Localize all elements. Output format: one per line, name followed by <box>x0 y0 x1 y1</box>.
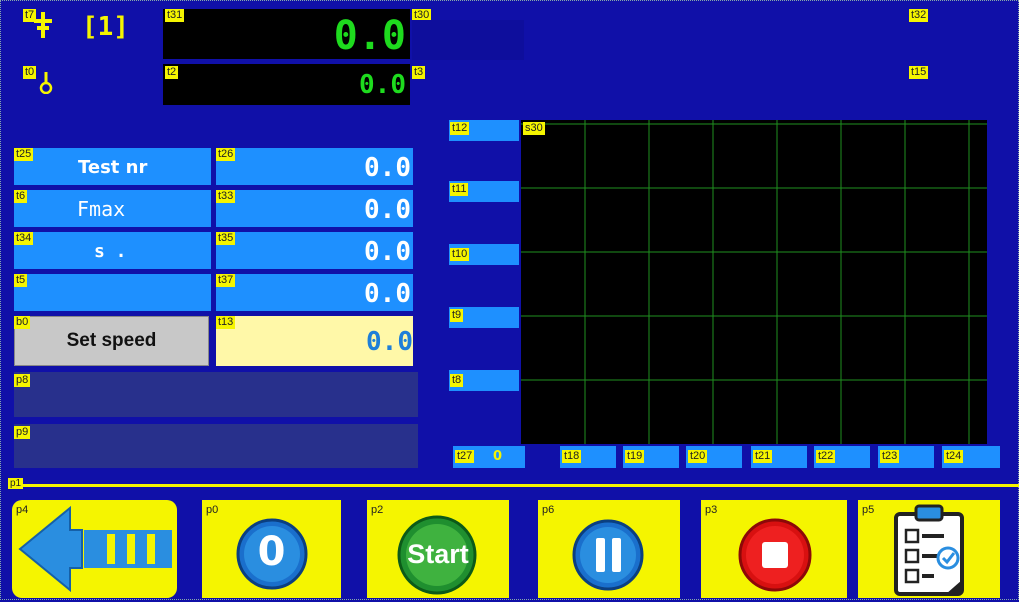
row-label-fmax: Fmax <box>14 190 211 227</box>
tag-p3: p3 <box>703 504 720 517</box>
tag-t2: t2 <box>165 66 179 79</box>
tag-p9: p9 <box>14 426 31 439</box>
fourth-value-box: 0.0 <box>216 274 413 311</box>
speed-value: 0.0 <box>366 327 413 357</box>
tag-t9: t9 <box>450 309 464 322</box>
stop-button[interactable] <box>701 500 847 598</box>
x-axis-label-t19: t19 <box>623 446 679 468</box>
clipboard-checklist-icon <box>894 504 964 596</box>
tag-t25: t25 <box>14 148 34 161</box>
tag-t27: t27 <box>455 450 475 463</box>
tag-p2: p2 <box>369 504 386 517</box>
tag-p4: p4 <box>14 504 31 517</box>
tag-t13: t13 <box>216 316 236 329</box>
tag-t11: t11 <box>450 183 469 196</box>
set-speed-label: Set speed <box>66 330 157 351</box>
x-axis-label-t27: t27 0 <box>453 446 525 468</box>
tag-p5: p5 <box>860 504 877 517</box>
start-button[interactable]: Start <box>367 500 509 598</box>
x-axis-label-t23: t23 <box>878 446 934 468</box>
s-value-box: 0.0 <box>216 232 413 269</box>
row-label-test-nr: Test nr <box>14 148 211 185</box>
x-axis-label-t20: t20 <box>686 446 742 468</box>
tag-t0: t0 <box>23 66 37 79</box>
tag-t21: t21 <box>753 450 773 463</box>
x-axis-label-t22: t22 <box>814 446 870 468</box>
fmax-value-box: 0.0 <box>216 190 413 227</box>
tag-t35: t35 <box>216 232 236 245</box>
tag-t23: t23 <box>880 450 900 463</box>
key-icon <box>38 72 54 95</box>
back-arrow-icon <box>18 505 172 593</box>
tag-t6: t6 <box>14 190 28 203</box>
tag-p8: p8 <box>14 374 31 387</box>
graph-grid <box>521 120 987 444</box>
secondary-value-display: 0.0 <box>163 64 410 105</box>
zero-label: 0 <box>257 529 286 575</box>
tag-t5: t5 <box>14 274 28 287</box>
s-label: s . <box>94 241 127 262</box>
x-axis-label-t18: t18 <box>560 446 616 468</box>
tag-t33: t33 <box>216 190 236 203</box>
set-speed-button[interactable]: Set speed <box>14 316 209 366</box>
tag-t10: t10 <box>450 248 470 261</box>
tag-t3: t3 <box>412 66 426 79</box>
tag-t34: t34 <box>14 232 34 245</box>
tag-t8: t8 <box>450 374 464 387</box>
t30-field <box>412 20 524 60</box>
plug-icon <box>34 12 52 38</box>
test-nr-label: Test nr <box>78 157 148 178</box>
fmax-value: 0.0 <box>364 195 411 225</box>
x-axis-label-t24: t24 <box>942 446 1000 468</box>
p8-panel <box>14 372 418 417</box>
tag-t37: t37 <box>216 274 236 287</box>
pause-button[interactable] <box>538 500 680 598</box>
p9-panel <box>14 424 418 468</box>
back-button[interactable] <box>12 500 177 598</box>
zero-button[interactable]: 0 <box>202 500 341 598</box>
tag-t18: t18 <box>562 450 582 463</box>
channel-indicator: [1] <box>82 12 129 42</box>
test-nr-value: 0.0 <box>364 153 411 183</box>
x-axis-label-t21: t21 <box>751 446 807 468</box>
tag-t26: t26 <box>216 148 236 161</box>
tag-s30: s30 <box>523 122 545 135</box>
tag-t19: t19 <box>625 450 645 463</box>
start-label: Start <box>407 539 469 569</box>
tag-b0: b0 <box>14 316 31 329</box>
tag-t32: t32 <box>909 9 929 22</box>
tag-t20: t20 <box>688 450 708 463</box>
tag-p1: p1 <box>8 478 24 489</box>
tag-p6: p6 <box>540 504 557 517</box>
toolbar-divider <box>8 484 1019 487</box>
tag-t31: t31 <box>165 9 185 22</box>
tag-t12: t12 <box>450 122 470 135</box>
pause-icon <box>572 519 644 591</box>
test-nr-value-box: 0.0 <box>216 148 413 185</box>
secondary-value: 0.0 <box>359 70 406 100</box>
row-label-s: s . <box>14 232 211 269</box>
main-value-display: 0.0 <box>163 9 410 59</box>
tag-t15: t15 <box>909 66 929 79</box>
row-label-empty <box>14 274 211 311</box>
stop-icon <box>738 518 812 592</box>
report-button[interactable] <box>858 500 1000 598</box>
tag-t22: t22 <box>816 450 836 463</box>
tag-p0: p0 <box>204 504 221 517</box>
tag-t24: t24 <box>944 450 964 463</box>
s-value: 0.0 <box>364 237 411 267</box>
speed-value-box[interactable]: 0.0 <box>216 316 413 366</box>
main-value: 0.0 <box>333 13 406 59</box>
x-axis-start-value: 0 <box>493 449 503 464</box>
fmax-label: Fmax <box>77 197 126 221</box>
fourth-value: 0.0 <box>364 279 411 309</box>
graph-area <box>521 120 987 444</box>
